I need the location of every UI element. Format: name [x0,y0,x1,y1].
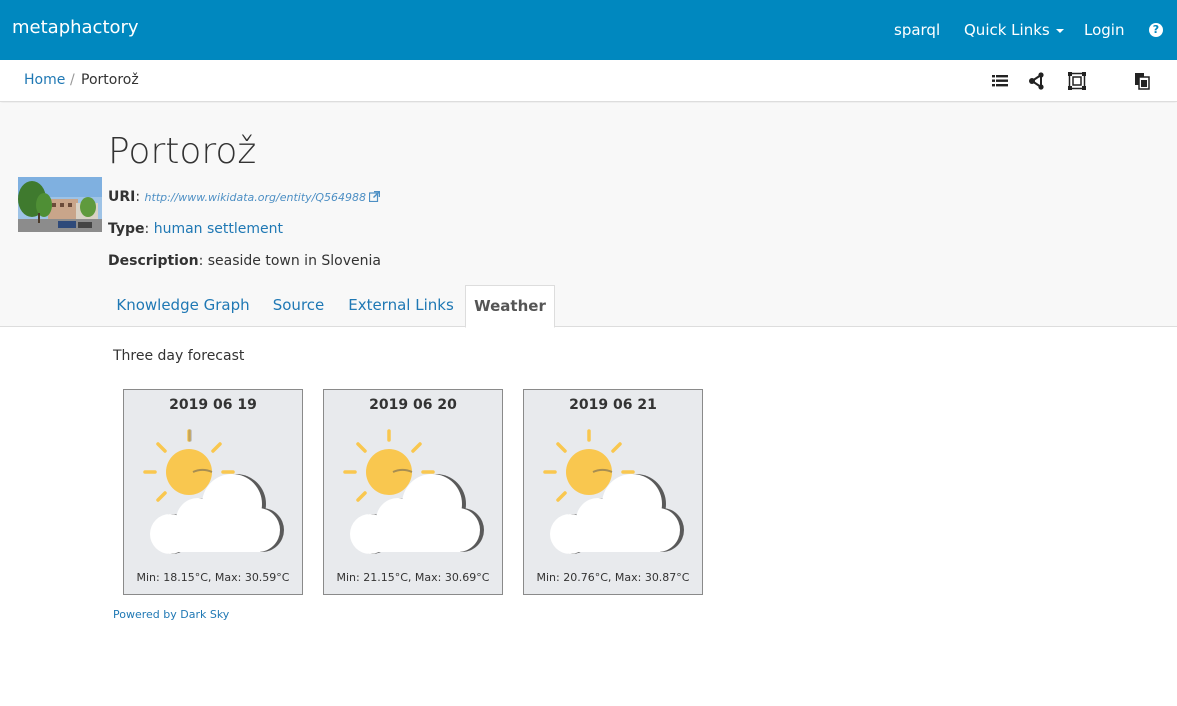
brand-link[interactable]: metaphactory [12,17,139,38]
forecast-day-card: 2019 06 20 Min: 21.15°C, Max: 30.69°C [323,389,503,595]
top-navbar: metaphactory sparql Quick Links Login ? [0,0,1177,60]
nav-login-link[interactable]: Login [1084,21,1124,39]
forecast-temps: Min: 18.15°C, Max: 30.59°C [136,571,290,584]
entity-header: Portorož URI: http://www.wikidata.org/en… [0,103,1177,328]
breadcrumb-home-link[interactable]: Home [24,72,65,88]
entity-description: seaside town in Slovenia [207,253,381,269]
forecast-date: 2019 06 20 [369,397,457,413]
partly-cloudy-day-icon [138,426,288,566]
list-icon[interactable] [991,72,1009,90]
help-icon[interactable]: ? [1149,23,1163,37]
forecast-temps: Min: 21.15°C, Max: 30.69°C [336,571,490,584]
partly-cloudy-day-icon [338,426,488,566]
forecast-heading: Three day forecast [113,348,245,364]
nav-quick-links-dropdown[interactable]: Quick Links [964,21,1064,39]
copy-icon[interactable] [1133,72,1151,90]
tab-source[interactable]: Source [260,285,337,327]
powered-by-dark-sky-link[interactable]: Powered by Dark Sky [113,608,229,621]
entity-uri-link[interactable]: http://www.wikidata.org/entity/Q564988 [145,191,366,204]
tab-weather[interactable]: Weather [465,285,555,328]
forecast-day-card: 2019 06 21 Min: 20.76°C, Max: 30.87°C [523,389,703,595]
breadcrumb-separator: / [70,72,75,88]
forecast-date: 2019 06 19 [169,397,257,413]
partly-cloudy-day-icon [538,426,688,566]
frame-icon[interactable] [1068,72,1086,90]
forecast-day-card: 2019 06 19 Min: 18.15°C, Max: 30.59°C [123,389,303,595]
forecast-temps: Min: 20.76°C, Max: 30.87°C [536,571,690,584]
breadcrumb: Home / Portorož [0,60,1177,102]
uri-label: URI [108,189,136,205]
tab-external-links[interactable]: External Links [339,285,463,327]
nav-sparql-link[interactable]: sparql [894,21,940,39]
tab-knowledge-graph[interactable]: Knowledge Graph [108,285,258,327]
entity-type-row: Type: human settlement [108,221,283,237]
entity-type-link[interactable]: human settlement [154,221,283,237]
entity-description-row: Description: seaside town in Slovenia [108,253,381,269]
quick-links-label: Quick Links [964,21,1050,39]
description-label: Description [108,253,199,269]
type-label: Type [108,221,145,237]
caret-down-icon [1055,28,1064,33]
graph-icon[interactable] [1028,72,1046,90]
forecast-date: 2019 06 21 [569,397,657,413]
external-link-icon[interactable] [368,190,381,206]
page-title: Portorož [108,131,257,172]
entity-thumbnail [18,177,102,232]
entity-uri-row: URI: http://www.wikidata.org/entity/Q564… [108,189,381,206]
breadcrumb-current: Portorož [81,72,139,88]
